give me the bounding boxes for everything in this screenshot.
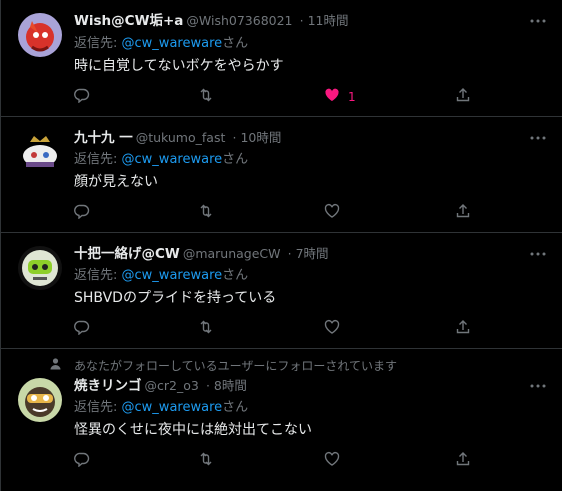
timestamp[interactable]: · 8時間 [206,378,247,393]
tweet-text: 時に自覚してないボケをやらかす [74,58,284,74]
reply-button[interactable] [74,87,90,107]
more-options-icon[interactable] [528,377,548,395]
user-handle[interactable]: @marunageCW [183,246,281,261]
heart-icon [324,203,340,223]
retweet-icon [198,203,214,223]
heart-icon [324,319,340,339]
user-handle[interactable]: @tukumo_fast [136,130,226,145]
retweet-icon [198,87,214,107]
reply-context: 返信先: @cw_warewareさん [74,267,248,285]
heart-icon [324,451,340,471]
retweet-button[interactable] [198,319,214,339]
share-icon [455,87,471,107]
avatar[interactable] [18,246,62,290]
reply-context: 返信先: @cw_warewareさん [74,35,248,53]
display-name[interactable]: 焼きリンゴ [74,378,142,394]
more-options-icon[interactable] [528,12,548,30]
avatar[interactable] [18,13,62,57]
reply-prefix: 返信先: [74,36,118,51]
reply-feed: Wish@CW垢+a @Wish07368021 · 11時間 返信先: @cw_… [0,0,562,491]
user-handle[interactable]: @cr2_o3 [145,378,199,393]
retweet-button[interactable] [198,451,214,471]
mention-link[interactable]: @cw_wareware [122,36,223,51]
social-context: あなたがフォローしているユーザーにフォローされています [49,357,397,374]
reply-button[interactable] [74,451,90,471]
share-icon [455,451,471,471]
reply-button[interactable] [74,319,90,339]
retweet-button[interactable] [198,87,214,107]
tweet[interactable]: Wish@CW垢+a @Wish07368021 · 11時間 返信先: @cw_… [1,0,562,117]
avatar[interactable] [18,130,62,174]
like-button[interactable] [324,319,340,339]
retweet-button[interactable] [198,203,214,223]
more-options-icon[interactable] [528,245,548,263]
social-context-text: あなたがフォローしているユーザーにフォローされています [74,358,398,373]
more-options-icon[interactable] [528,129,548,147]
reply-suffix: さん [222,268,249,283]
mention-link[interactable]: @cw_wareware [122,268,223,283]
reply-prefix: 返信先: [74,152,118,167]
reply-suffix: さん [222,400,249,415]
tweet[interactable]: 十把一絡げ@CW @marunageCW · 7時間 返信先: @cw_warew… [1,233,562,349]
reply-suffix: さん [222,36,249,51]
reply-icon [74,451,90,471]
reply-prefix: 返信先: [74,400,118,415]
share-button[interactable] [455,451,471,471]
share-icon [455,319,471,339]
display-name[interactable]: Wish@CW垢+a [74,13,183,29]
display-name[interactable]: 十把一絡げ@CW [74,246,180,262]
mention-link[interactable]: @cw_wareware [122,400,223,415]
share-button[interactable] [455,87,471,107]
person-icon [49,357,74,374]
reply-icon [74,203,90,223]
timestamp[interactable]: · 10時間 [233,130,282,145]
share-button[interactable] [455,319,471,339]
reply-button[interactable] [74,203,90,223]
mention-link[interactable]: @cw_wareware [122,152,223,167]
share-icon [455,203,471,223]
like-button[interactable] [324,203,340,223]
avatar[interactable] [18,378,62,422]
like-button[interactable] [324,451,340,471]
timestamp[interactable]: · 7時間 [288,246,329,261]
timestamp[interactable]: · 11時間 [300,13,349,28]
tweet-actions [74,319,522,339]
retweet-icon [198,451,214,471]
tweet[interactable]: あなたがフォローしているユーザーにフォローされています 焼きリンゴ @cr2_o3… [1,349,562,491]
tweet-text: 顔が見えない [74,174,158,190]
reply-icon [74,87,90,107]
reply-context: 返信先: @cw_warewareさん [74,151,248,169]
tweet[interactable]: 九十九 一 @tukumo_fast · 10時間 返信先: @cw_warewa… [1,117,562,233]
tweet-actions [74,451,522,471]
like-count: 1 [348,90,356,104]
tweet-text: 怪異のくせに夜中には絶対出てこない [74,422,312,438]
reply-suffix: さん [222,152,249,167]
tweet-actions [74,203,522,223]
heart-filled-icon [324,87,340,107]
display-name[interactable]: 九十九 一 [74,130,133,146]
retweet-icon [198,319,214,339]
reply-context: 返信先: @cw_warewareさん [74,399,248,417]
share-button[interactable] [455,203,471,223]
user-handle[interactable]: @Wish07368021 [186,13,292,28]
tweet-actions: 1 [74,87,522,107]
like-button[interactable]: 1 [324,87,356,107]
reply-prefix: 返信先: [74,268,118,283]
tweet-text: SHBVDのプライドを持っている [74,290,277,306]
reply-icon [74,319,90,339]
